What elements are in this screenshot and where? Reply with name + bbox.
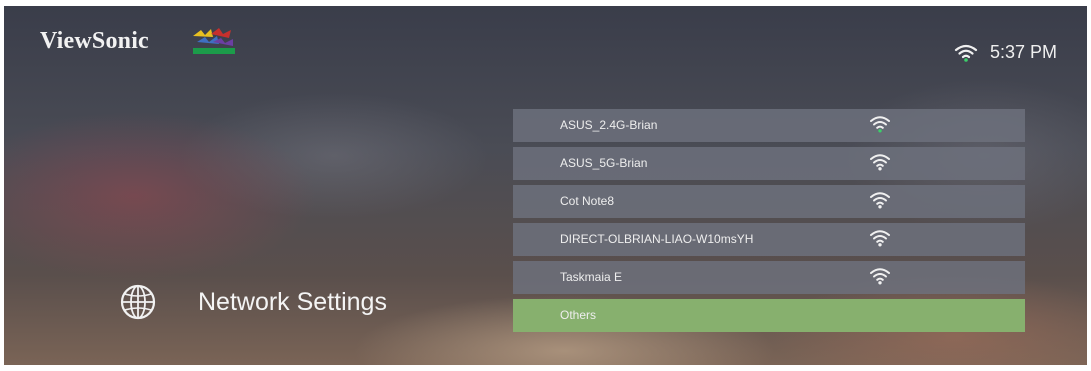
wifi-icon [954, 44, 978, 62]
others-label: Others [560, 308, 597, 322]
network-ssid: ASUS_5G-Brian [560, 156, 648, 170]
network-item-others[interactable]: Others [513, 299, 1025, 332]
globe-icon [120, 284, 156, 320]
status-bar: 5:37 PM [954, 42, 1057, 63]
wifi-network-list: ASUS_2.4G-Brian ASUS_5G-Brian Cot Note8 [513, 109, 1025, 337]
viewsonic-birds-logo-icon [193, 28, 235, 54]
viewsonic-logo: ViewSonic [40, 28, 149, 54]
network-ssid: Cot Note8 [560, 194, 615, 208]
wifi-signal-icon [870, 116, 890, 133]
page-title: Network Settings [198, 287, 387, 316]
network-ssid: Taskmaia E [560, 270, 623, 284]
projector-screen: ViewSonic 5:37 PM Network Settings ASUS_… [4, 6, 1087, 365]
network-ssid: ASUS_2.4G-Brian [560, 118, 658, 132]
clock: 5:37 PM [989, 42, 1057, 62]
network-ssid: DIRECT-OLBRIAN-LIAO-W10msYH [560, 232, 754, 246]
wifi-signal-icon [870, 268, 890, 285]
wifi-signal-icon [870, 192, 890, 209]
network-item-asus-2-4g[interactable]: ASUS_2.4G-Brian [513, 109, 1025, 142]
wifi-signal-icon [870, 230, 890, 247]
network-item-direct[interactable]: DIRECT-OLBRIAN-LIAO-W10msYH [513, 223, 1025, 256]
wifi-signal-icon [870, 154, 890, 171]
network-item-taskmaia[interactable]: Taskmaia E [513, 261, 1025, 294]
network-item-asus-5g[interactable]: ASUS_5G-Brian [513, 147, 1025, 180]
settings-category: Network Settings [120, 284, 387, 320]
network-item-cot-note8[interactable]: Cot Note8 [513, 185, 1025, 218]
